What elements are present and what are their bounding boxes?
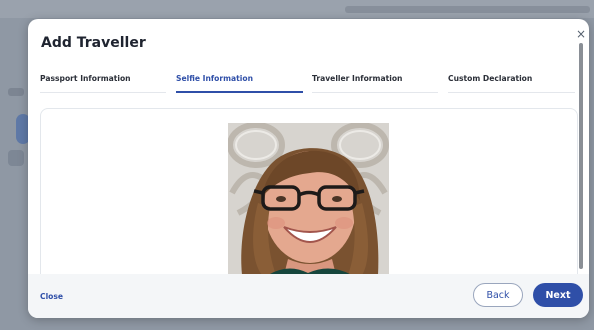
selfie-photo — [228, 123, 389, 275]
tab-passport-information[interactable]: Passport Information — [40, 67, 166, 93]
background-blurred-element — [8, 150, 24, 166]
vertical-scrollbar[interactable] — [579, 43, 583, 269]
add-traveller-modal: Add Traveller × Passport Information Sel… — [28, 19, 589, 318]
back-button[interactable]: Back — [473, 283, 523, 307]
modal-footer: Close Back Next — [28, 274, 589, 318]
step-tabs: Passport Information Selfie Information … — [40, 67, 575, 97]
close-link[interactable]: Close — [40, 292, 63, 301]
close-icon[interactable]: × — [576, 27, 586, 41]
tab-custom-declaration[interactable]: Custom Declaration — [448, 67, 575, 93]
tab-traveller-information[interactable]: Traveller Information — [312, 67, 438, 93]
selfie-photo-illustration — [228, 123, 389, 275]
background-blurred-text — [345, 6, 590, 13]
tab-selfie-information[interactable]: Selfie Information — [176, 67, 303, 93]
next-button[interactable]: Next — [533, 283, 583, 307]
modal-title: Add Traveller — [41, 35, 146, 51]
background-blurred-element — [8, 88, 24, 96]
